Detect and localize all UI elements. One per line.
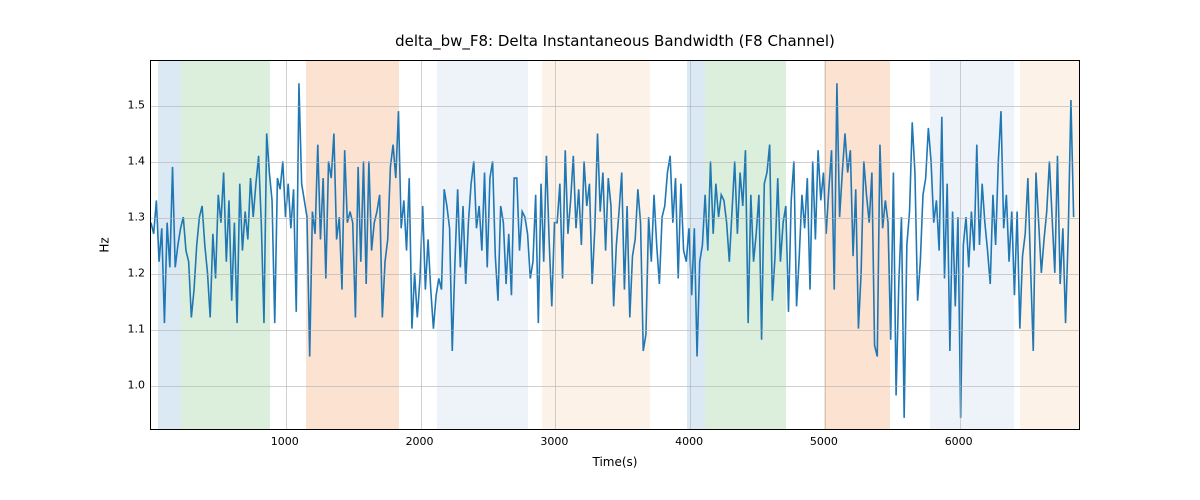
y-tick: 1.4 xyxy=(110,154,145,167)
gridline-horizontal xyxy=(151,274,1079,275)
gridline-horizontal xyxy=(151,106,1079,107)
y-tick: 1.2 xyxy=(110,267,145,280)
x-tick: 3000 xyxy=(540,435,568,448)
x-tick: 5000 xyxy=(810,435,838,448)
y-tick: 1.3 xyxy=(110,210,145,223)
line-series xyxy=(151,61,1079,429)
gridline-horizontal xyxy=(151,162,1079,163)
gridline-vertical xyxy=(690,61,691,429)
gridline-vertical xyxy=(555,61,556,429)
x-tick: 1000 xyxy=(271,435,299,448)
gridline-vertical xyxy=(825,61,826,429)
x-tick: 2000 xyxy=(406,435,434,448)
x-tick: 4000 xyxy=(675,435,703,448)
gridline-vertical xyxy=(960,61,961,429)
chart-figure: delta_bw_F8: Delta Instantaneous Bandwid… xyxy=(0,0,1200,500)
chart-title: delta_bw_F8: Delta Instantaneous Bandwid… xyxy=(150,32,1080,50)
y-axis-label: Hz xyxy=(95,60,115,430)
gridline-horizontal xyxy=(151,386,1079,387)
gridline-horizontal xyxy=(151,218,1079,219)
x-tick: 6000 xyxy=(945,435,973,448)
y-tick: 1.0 xyxy=(110,379,145,392)
gridline-vertical xyxy=(421,61,422,429)
gridline-horizontal xyxy=(151,330,1079,331)
plot-area xyxy=(150,60,1080,430)
series-line xyxy=(151,83,1074,418)
gridline-vertical xyxy=(286,61,287,429)
x-axis-label: Time(s) xyxy=(150,455,1080,469)
y-tick: 1.5 xyxy=(110,98,145,111)
y-tick: 1.1 xyxy=(110,323,145,336)
